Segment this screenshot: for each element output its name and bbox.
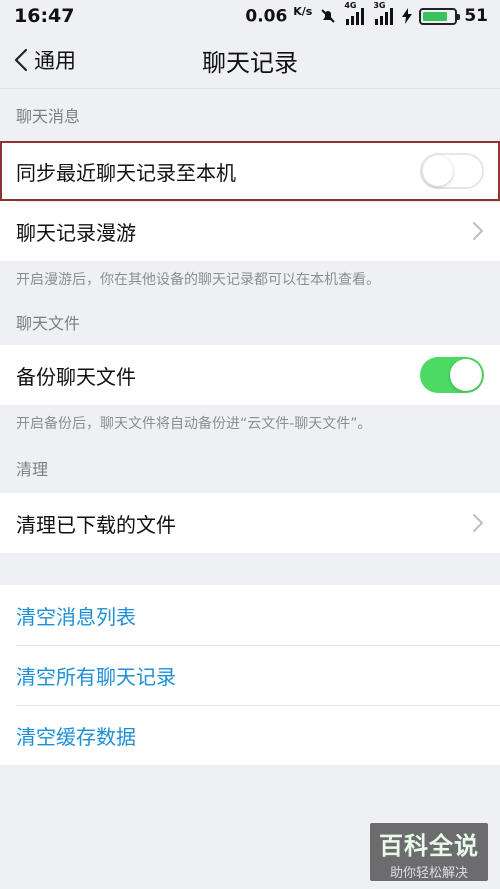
- back-button[interactable]: 通用: [0, 45, 76, 75]
- clear-message-list-button[interactable]: 清空消息列表: [0, 585, 500, 645]
- charging-icon: [402, 8, 413, 24]
- status-bar: 16:47 0.06 K/s 4G 3G 51: [0, 0, 500, 32]
- chevron-left-icon: [14, 48, 28, 72]
- network-speed: 0.06 K/s: [245, 5, 313, 27]
- sync-history-row[interactable]: 同步最近聊天记录至本机: [0, 141, 500, 201]
- backup-files-label: 备份聊天文件: [16, 364, 136, 389]
- backup-files-toggle[interactable]: [420, 357, 484, 393]
- roaming-label: 聊天记录漫游: [16, 220, 136, 245]
- signal-icon-1: 4G: [344, 1, 366, 25]
- section-header-cleanup: 清理: [16, 460, 49, 479]
- status-time: 16:47: [14, 5, 75, 27]
- signal-icon-2: 3G: [373, 1, 395, 25]
- sync-history-toggle[interactable]: [420, 153, 484, 189]
- roaming-row[interactable]: 聊天记录漫游: [0, 201, 500, 261]
- clear-cache-label: 清空缓存数据: [16, 724, 136, 749]
- clear-cache-button[interactable]: 清空缓存数据: [0, 705, 500, 765]
- messages-card: 同步最近聊天记录至本机 聊天记录漫游: [0, 141, 500, 261]
- clean-downloads-row[interactable]: 清理已下载的文件: [0, 493, 500, 553]
- chevron-right-icon: [473, 222, 483, 240]
- section-header-files: 聊天文件: [16, 314, 81, 333]
- mute-icon: [319, 7, 337, 25]
- nav-bar: 通用 聊天记录: [0, 32, 500, 88]
- chevron-right-icon: [473, 514, 483, 532]
- clear-message-list-label: 清空消息列表: [16, 604, 136, 629]
- sync-history-label: 同步最近聊天记录至本机: [16, 160, 236, 185]
- watermark-main: 百科全说: [379, 832, 479, 860]
- watermark-sub: 助你轻松解决: [389, 866, 468, 881]
- clean-downloads-label: 清理已下载的文件: [16, 512, 176, 537]
- roaming-hint: 开启漫游后，你在其他设备的聊天记录都可以在本机查看。: [16, 272, 380, 288]
- backup-hint: 开启备份后，聊天文件将自动备份进“云文件-聊天文件”。: [16, 416, 372, 432]
- files-card: 备份聊天文件: [0, 345, 500, 405]
- clear-all-history-label: 清空所有聊天记录: [16, 664, 176, 689]
- section-header-messages: 聊天消息: [16, 107, 81, 126]
- battery-icon: [419, 7, 461, 25]
- clear-card: 清空消息列表 清空所有聊天记录 清空缓存数据: [0, 585, 500, 765]
- clear-all-history-button[interactable]: 清空所有聊天记录: [0, 645, 500, 705]
- back-label: 通用: [34, 49, 76, 73]
- watermark-logo: 百科全说 助你轻松解决: [370, 823, 488, 881]
- cleanup-card: 清理已下载的文件: [0, 493, 500, 553]
- battery-level: 51: [464, 6, 488, 26]
- status-icons: 0.06 K/s 4G 3G 51: [245, 1, 488, 27]
- backup-files-row[interactable]: 备份聊天文件: [0, 345, 500, 405]
